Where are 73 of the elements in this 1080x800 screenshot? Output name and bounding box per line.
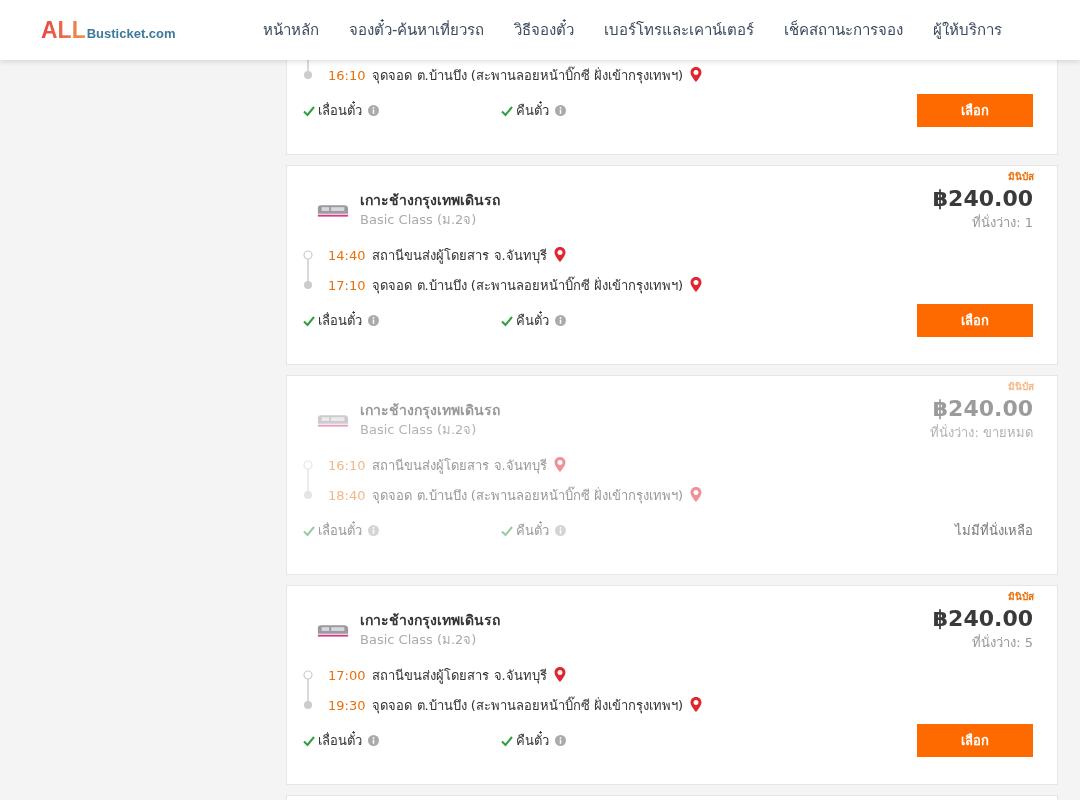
- info-icon[interactable]: [368, 525, 379, 536]
- feature-label: คืนตั๋ว: [516, 520, 549, 540]
- stop-time: 18:40: [328, 487, 366, 503]
- bus-class: Basic Class (ม.2จ): [360, 631, 478, 649]
- feature-label: คืนตั๋ว: [516, 310, 549, 330]
- bus-logo-icon: [316, 202, 350, 218]
- check-icon: [303, 314, 315, 327]
- stop-name: สถานีขนส่งผู้โดยสาร จ.จันทบุรี: [372, 666, 547, 686]
- check-icon: [501, 104, 513, 117]
- stop-name: สถานีขนส่งผู้โดยสาร จ.จันทบุรี: [372, 456, 547, 476]
- check-icon: [303, 524, 315, 537]
- map-pin-icon[interactable]: [552, 666, 567, 684]
- stop-time: 17:10: [328, 277, 366, 293]
- map-pin-icon[interactable]: [552, 246, 567, 264]
- map-pin-icon[interactable]: [689, 696, 704, 714]
- info-icon[interactable]: [555, 315, 566, 326]
- feature-label: คืนตั๋ว: [516, 730, 549, 750]
- ticket-price: ฿240.00: [932, 395, 1033, 423]
- seats-available: ที่นั่งว่าง: ขายหมด: [930, 424, 1033, 442]
- info-icon[interactable]: [555, 525, 566, 536]
- nav-link[interactable]: ผู้ให้บริการ: [933, 18, 1003, 42]
- feature-label: เลื่อนตั๋ว: [318, 310, 362, 330]
- check-icon: [303, 734, 315, 747]
- feature-label: เลื่อนตั๋ว: [318, 730, 362, 750]
- feature-label: คืนตั๋ว: [516, 100, 549, 120]
- info-icon[interactable]: [368, 735, 379, 746]
- bus-class: Basic Class (ม.2จ): [360, 421, 478, 439]
- nav-link[interactable]: เช็คสถานะการจอง: [784, 18, 904, 42]
- stop-name: จุดจอด ต.บ้านบึง (สะพานลอยหน้าบิ๊กซี ฝั่งเข้ากรุงเทพฯ): [372, 695, 684, 716]
- stop-name: จุดจอด ต.บ้านบึง (สะพานลอยหน้าบิ๊กซี ฝั่งเข้ากรุงเทพฯ): [372, 275, 684, 296]
- feature-label: เลื่อนตั๋ว: [318, 100, 362, 120]
- stop-time: 14:40: [328, 247, 366, 263]
- departure-dot-icon: [303, 460, 313, 470]
- operator-name: เกาะช้างกรุงเทพเดินรถ: [360, 611, 500, 630]
- ticket-price: ฿240.00: [932, 605, 1033, 633]
- check-icon: [501, 524, 513, 537]
- nav-link[interactable]: จองตั๋ว-ค้นหาเที่ยวรถ: [349, 18, 485, 42]
- operator-name: เกาะช้างกรุงเทพเดินรถ: [360, 191, 500, 210]
- site-logo[interactable]: ALLBusticket.com: [41, 16, 231, 44]
- info-icon[interactable]: [555, 105, 566, 116]
- stop-name: สถานีขนส่งผู้โดยสาร จ.จันทบุรี: [372, 246, 547, 266]
- bus-class: Basic Class (ม.2จ): [360, 211, 478, 229]
- stop-time: 16:10: [328, 457, 366, 473]
- arrival-dot-icon: [304, 491, 312, 499]
- nav-link[interactable]: เบอร์โทรและเคาน์เตอร์: [604, 18, 755, 42]
- sold-out-notice: ไม่มีที่นั่งเหลือ: [955, 521, 1033, 540]
- stop-time: 16:10: [328, 67, 366, 83]
- map-pin-icon[interactable]: [552, 456, 567, 474]
- check-icon: [303, 104, 315, 117]
- bus-type-tag: มินิบัส: [1008, 170, 1034, 184]
- map-pin-icon[interactable]: [689, 486, 704, 504]
- feature-label: เลื่อนตั๋ว: [318, 520, 362, 540]
- seats-available: ที่นั่งว่าง: 5: [972, 634, 1033, 652]
- check-icon: [501, 734, 513, 747]
- nav-link[interactable]: หน้าหลัก: [263, 18, 319, 42]
- stop-time: 17:00: [328, 667, 366, 683]
- ticket-price: ฿240.00: [932, 185, 1033, 213]
- seats-available: ที่นั่งว่าง: 1: [972, 214, 1033, 232]
- map-pin-icon[interactable]: [689, 66, 704, 84]
- nav-link[interactable]: วิธีจองตั๋ว: [514, 18, 575, 42]
- stop-time: 19:30: [328, 697, 366, 713]
- stop-name: จุดจอด ต.บ้านบึง (สะพานลอยหน้าบิ๊กซี ฝั่งเข้ากรุงเทพฯ): [372, 65, 684, 86]
- bus-logo-icon: [316, 622, 350, 638]
- check-icon: [501, 314, 513, 327]
- operator-name: เกาะช้างกรุงเทพเดินรถ: [360, 401, 500, 420]
- bus-type-tag: มินิบัส: [1008, 590, 1034, 604]
- bus-type-tag: มินิบัส: [1008, 380, 1034, 394]
- info-icon[interactable]: [368, 105, 379, 116]
- stop-name: จุดจอด ต.บ้านบึง (สะพานลอยหน้าบิ๊กซี ฝั่งเข้ากรุงเทพฯ): [372, 485, 684, 506]
- info-icon[interactable]: [555, 735, 566, 746]
- map-pin-icon[interactable]: [689, 276, 704, 294]
- info-icon[interactable]: [368, 315, 379, 326]
- bus-logo-icon: [316, 412, 350, 428]
